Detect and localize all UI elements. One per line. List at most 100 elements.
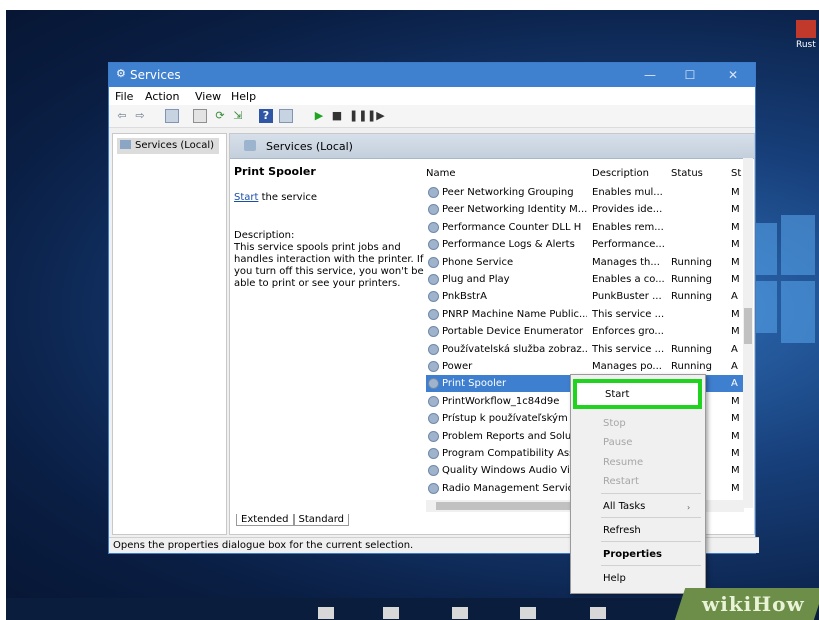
- service-name-cell: Performance Counter DLL H: [442, 221, 582, 233]
- forward-arrow-icon[interactable]: ⇨: [133, 109, 147, 123]
- wikihow-logo: wikiHow: [702, 592, 805, 616]
- taskbar-file-icon[interactable]: [590, 607, 606, 619]
- vertical-scrollbar[interactable]: [743, 158, 753, 508]
- service-name-cell: Power: [442, 361, 473, 372]
- service-gear-icon: [428, 343, 439, 355]
- service-name-cell: Radio Management Service: [442, 482, 580, 494]
- service-row[interactable]: Peer Networking Identity M... Provides id…: [426, 201, 746, 218]
- menu-item-refresh[interactable]: Refresh: [603, 525, 641, 536]
- service-gear-icon: [428, 395, 439, 407]
- description-text: This service spools print jobs and handl…: [234, 242, 424, 289]
- service-row[interactable]: Plug and Play Enables a co... Running M: [426, 271, 746, 288]
- back-arrow-icon[interactable]: ⇦: [115, 109, 129, 123]
- tree-item-services-local[interactable]: Services (Local): [117, 138, 219, 154]
- taskbar-file-icon[interactable]: [520, 607, 536, 619]
- service-description-cell: Manages th...: [592, 256, 660, 268]
- taskbar-file-icon[interactable]: [318, 607, 334, 619]
- service-status-cell: Running: [671, 361, 712, 372]
- service-description-cell: Provides ide...: [592, 204, 663, 216]
- service-name-cell: Print Spooler: [442, 378, 507, 390]
- service-gear-icon: [428, 413, 439, 425]
- service-gear-icon: [428, 221, 439, 233]
- image-border-left: [0, 0, 6, 620]
- restart-service-icon[interactable]: ❚▶: [367, 109, 385, 123]
- menu-action[interactable]: Action: [145, 90, 179, 103]
- menu-view[interactable]: View: [195, 90, 221, 103]
- menu-item-properties[interactable]: Properties: [603, 549, 662, 560]
- menu-item-all-tasks[interactable]: All Tasks: [603, 501, 645, 512]
- scrollbar-thumb[interactable]: [744, 308, 752, 344]
- column-header-status[interactable]: Status: [671, 168, 703, 179]
- close-button[interactable]: ✕: [719, 66, 747, 84]
- menu-separator: [601, 493, 701, 494]
- service-row[interactable]: Power Manages po... Running A: [426, 358, 746, 375]
- service-row[interactable]: Phone Service Manages th... Running M: [426, 254, 746, 271]
- service-gear-icon: [428, 204, 439, 216]
- service-row[interactable]: Portable Device Enumerator ... Enforces g…: [426, 323, 746, 340]
- start-service-link[interactable]: Start: [234, 192, 258, 203]
- menu-file[interactable]: File: [115, 90, 133, 103]
- view-tabs: Extended Standard: [236, 514, 349, 528]
- desktop-app-icon[interactable]: [796, 20, 816, 38]
- service-row[interactable]: Performance Counter DLL H Enables rem... M: [426, 219, 746, 236]
- show-pane-icon[interactable]: [279, 109, 293, 123]
- service-row[interactable]: Používatelská služba zobraz... This servi…: [426, 341, 746, 358]
- menu-item-help[interactable]: Help: [603, 573, 626, 584]
- menu-item-restart[interactable]: Restart: [603, 476, 639, 487]
- maximize-button[interactable]: ☐: [676, 66, 704, 84]
- taskbar-file-icon[interactable]: [452, 607, 468, 619]
- service-status-cell: Running: [671, 256, 712, 268]
- service-description-cell: This service ...: [592, 308, 665, 320]
- stop-service-icon[interactable]: ■: [331, 109, 343, 123]
- pause-service-icon[interactable]: ❚❚: [349, 109, 367, 123]
- service-gear-icon: [428, 361, 439, 372]
- menu-item-start-highlighted[interactable]: Start: [573, 379, 702, 409]
- start-service-icon[interactable]: ▶: [313, 109, 325, 123]
- menu-item-stop[interactable]: Stop: [603, 418, 626, 429]
- services-gear-icon: ⚙: [116, 67, 126, 80]
- menu-help[interactable]: Help: [231, 90, 256, 103]
- column-header-name[interactable]: Name: [426, 168, 456, 179]
- title-bar[interactable]: ⚙ Services — ☐ ✕: [109, 63, 755, 87]
- pane-header: Services (Local): [230, 134, 754, 159]
- menu-item-pause[interactable]: Pause: [603, 437, 632, 448]
- taskbar-file-icon[interactable]: [383, 607, 399, 619]
- service-status-cell: Running: [671, 343, 712, 355]
- service-name-cell: Portable Device Enumerator ...: [442, 326, 587, 338]
- menu-item-resume[interactable]: Resume: [603, 457, 643, 468]
- refresh-icon[interactable]: ⟳: [213, 109, 227, 123]
- desktop-app-label[interactable]: Rust: [796, 40, 816, 50]
- description-label: Description:: [234, 230, 295, 241]
- tab-extended[interactable]: Extended: [236, 514, 294, 526]
- column-header-description[interactable]: Description: [592, 168, 649, 179]
- help-icon[interactable]: ?: [259, 109, 273, 123]
- menu-separator: [601, 565, 701, 566]
- service-gear-icon: [428, 482, 439, 494]
- menu-bar: File Action View Help: [109, 87, 755, 105]
- service-name-cell: Performance Logs & Alerts: [442, 239, 575, 251]
- menu-separator: [601, 541, 701, 542]
- scrollbar-thumb[interactable]: [436, 502, 586, 510]
- service-row[interactable]: PnkBstrA PunkBuster ... Running A: [426, 288, 746, 305]
- column-header-startup[interactable]: St: [731, 168, 741, 179]
- service-name-cell: Quality Windows Audio Vid: [442, 465, 577, 477]
- minimize-button[interactable]: —: [636, 66, 664, 84]
- menu-item-start[interactable]: Start: [605, 389, 629, 400]
- service-description-cell: Enables a co...: [592, 274, 665, 285]
- service-name-cell: PNRP Machine Name Public...: [442, 308, 587, 320]
- service-name-cell: Peer Networking Grouping: [442, 187, 574, 198]
- service-gear-icon: [428, 465, 439, 477]
- wikihow-logo-how: How: [752, 592, 805, 616]
- service-status-cell: Running: [671, 291, 712, 303]
- export-list-icon[interactable]: ⇲: [231, 109, 245, 123]
- console-tree: Services (Local): [112, 133, 227, 535]
- service-row[interactable]: PNRP Machine Name Public... This service …: [426, 306, 746, 323]
- service-gear-icon: [428, 448, 439, 459]
- console-tree-icon[interactable]: [165, 109, 179, 123]
- service-row[interactable]: Peer Networking Grouping Enables mul... M: [426, 184, 746, 201]
- tab-standard[interactable]: Standard: [293, 514, 349, 526]
- service-row[interactable]: Performance Logs & Alerts Performance... M: [426, 236, 746, 253]
- submenu-arrow-icon: ›: [687, 503, 691, 512]
- properties-icon[interactable]: [193, 109, 207, 123]
- service-description-cell: Performance...: [592, 239, 665, 251]
